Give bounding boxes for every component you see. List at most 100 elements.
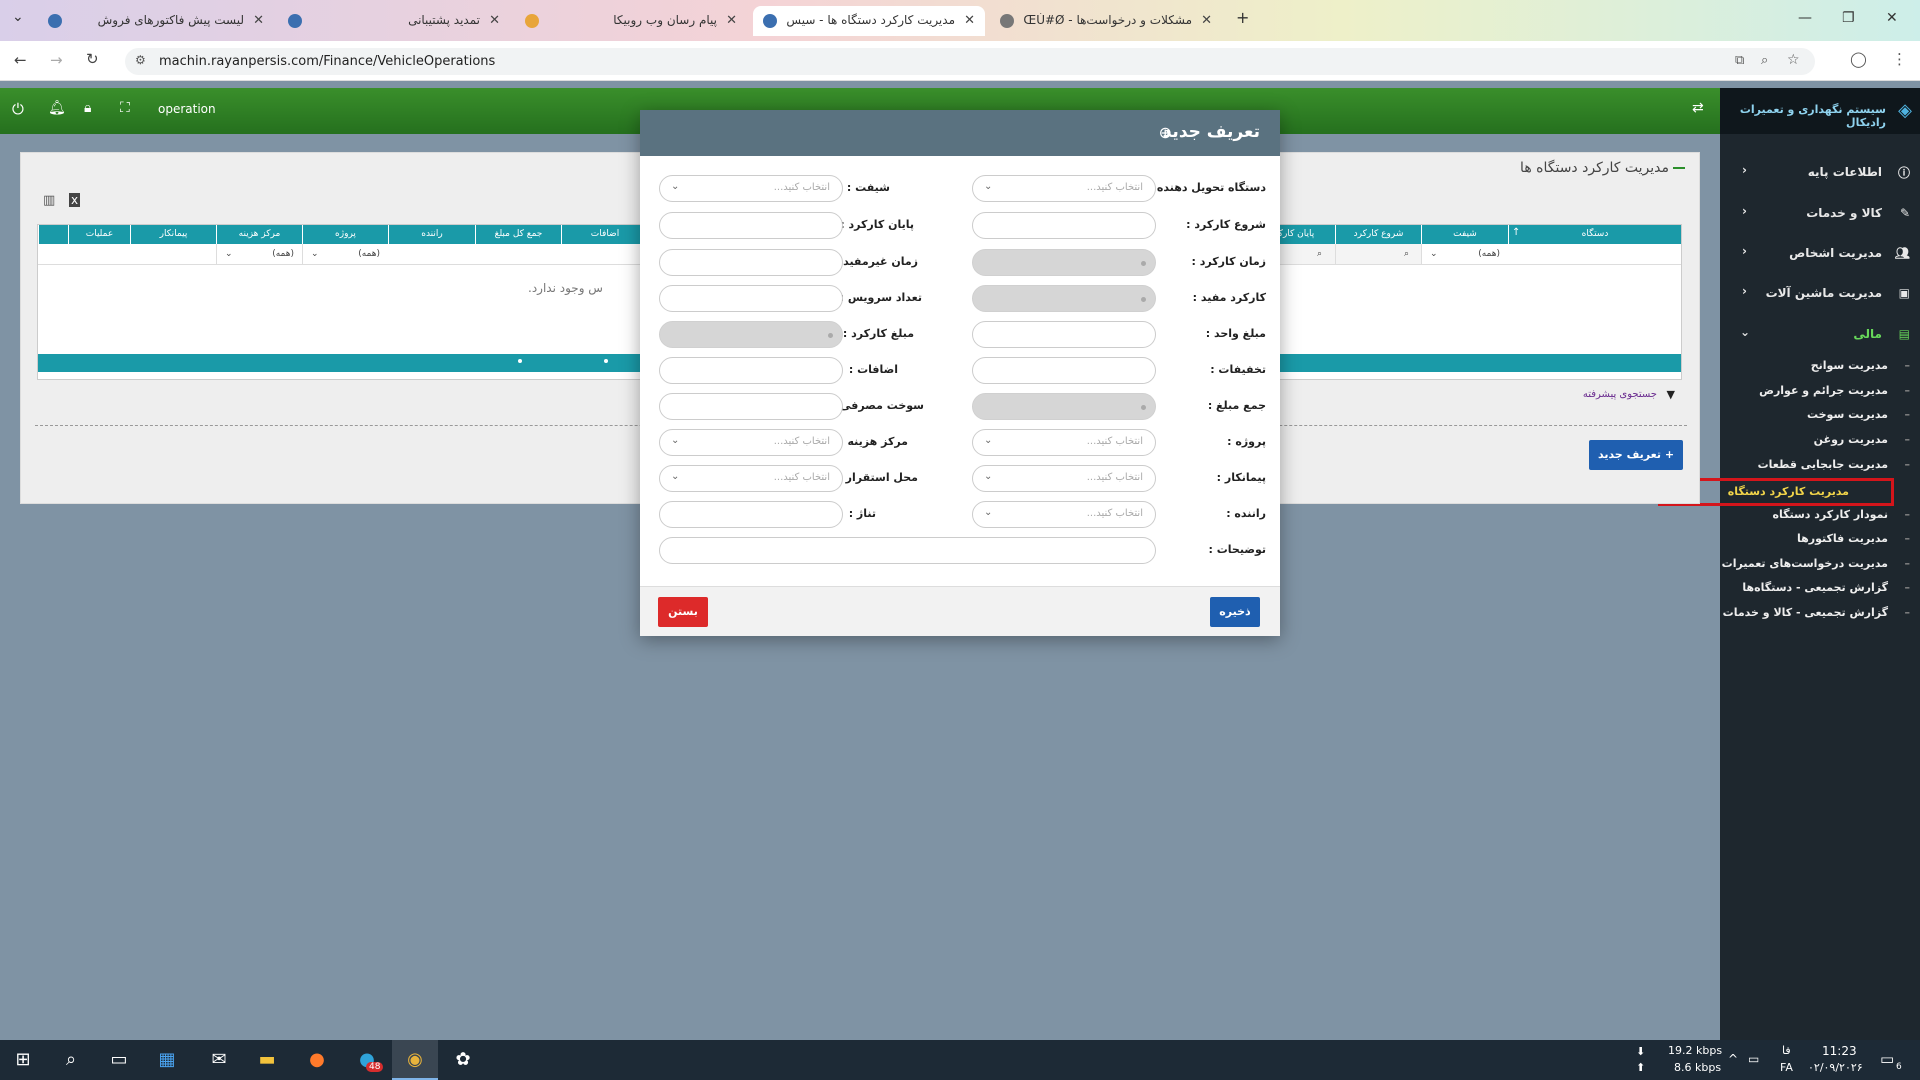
reload-icon[interactable]: ↻: [86, 50, 99, 68]
firefox-icon[interactable]: ●: [304, 1048, 330, 1072]
lock-icon[interactable]: 🔒︎: [84, 100, 91, 116]
shift-select[interactable]: انتخاب کنید... ⌄: [659, 175, 843, 202]
close-icon[interactable]: ✕: [1201, 13, 1212, 28]
close-icon[interactable]: ✕: [253, 13, 264, 28]
browser-menu-icon[interactable]: ⋮: [1892, 50, 1907, 68]
sidebar-item-machinery[interactable]: ▣ مدیریت ماشین آلات ‹: [1720, 279, 1920, 307]
columns-icon[interactable]: ▥: [43, 193, 55, 208]
window-close-icon[interactable]: ✕: [1886, 10, 1898, 26]
col-header[interactable]: مرکز هزینه: [216, 225, 302, 244]
sidebar-item-persons[interactable]: 👥︎ مدیریت اشخاص ‹: [1720, 239, 1920, 267]
back-icon[interactable]: ←: [14, 51, 27, 69]
restore-icon[interactable]: ❐: [1842, 10, 1855, 26]
mail-icon[interactable]: ✉: [206, 1048, 232, 1072]
col-header[interactable]: شروع کارکرد: [1335, 225, 1421, 244]
sidebar-item-finance[interactable]: ▤ مالی ⌄: [1720, 320, 1920, 348]
file-explorer-icon[interactable]: ▬: [254, 1048, 280, 1072]
sidebar-subitem[interactable]: – مدیریت سوانح: [1720, 356, 1920, 378]
sidebar-subitem[interactable]: – نمودار کارکرد دستگاه: [1720, 505, 1920, 527]
browser-tab-3[interactable]: پیام رسان وب روبیکا ✕: [515, 6, 747, 36]
sidebar-item-basic-info[interactable]: ⓘ اطلاعات پایه ‹: [1720, 158, 1920, 186]
store-icon[interactable]: ▦: [154, 1048, 180, 1072]
close-icon[interactable]: ✕: [726, 13, 737, 28]
browser-tab-2[interactable]: تمدید پشتیبانی ✕: [278, 6, 510, 36]
additions-input[interactable]: [659, 357, 843, 384]
close-icon[interactable]: ✕: [964, 13, 975, 28]
filter-project[interactable]: (همه) ⌄: [302, 244, 388, 264]
minimize-icon[interactable]: —: [1798, 10, 1812, 26]
close-button[interactable]: بستن: [658, 597, 708, 627]
col-header[interactable]: راننده: [388, 225, 475, 244]
advanced-search-link[interactable]: جستجوی پیشرفته: [1583, 389, 1657, 400]
location-select[interactable]: انتخاب کنید... ⌄: [659, 465, 843, 492]
bell-icon[interactable]: 🔔︎: [48, 100, 66, 116]
tab-search-icon[interactable]: ⌄: [12, 9, 24, 25]
sidebar-subitem[interactable]: – گزارش تجمیعی - دستگاه‌ها: [1720, 578, 1920, 600]
chevron-up-icon[interactable]: ^: [1728, 1052, 1738, 1066]
unit-price-input[interactable]: [972, 321, 1156, 348]
col-header[interactable]: اضافات: [561, 225, 648, 244]
col-header[interactable]: دستگاه: [1508, 225, 1681, 244]
zoom-icon[interactable]: ⌕: [1761, 53, 1768, 68]
new-tab-icon[interactable]: +: [1236, 8, 1249, 27]
end-input[interactable]: [659, 212, 843, 239]
col-header[interactable]: عملیات: [68, 225, 130, 244]
delivering-device-select[interactable]: انتخاب کنید... ⌄: [972, 175, 1156, 202]
excel-export-icon[interactable]: x: [69, 193, 81, 207]
browser-tab-5[interactable]: مشکلات و درخواست‌ها - ÐŒÙ#Ø ✕: [990, 6, 1222, 36]
url-field[interactable]: ⚙ machin.rayanpersis.com/Finance/Vehicle…: [125, 48, 1815, 75]
cost-center-select[interactable]: انتخاب کنید... ⌄: [659, 429, 843, 456]
power-icon[interactable]: ⏻: [12, 100, 24, 118]
tonnage-input[interactable]: [659, 501, 843, 528]
browser-tab-1[interactable]: لیست پیش فاکتورهای فروش ✕: [38, 6, 274, 36]
fuel-input[interactable]: [659, 393, 843, 420]
col-header[interactable]: پروژه: [302, 225, 388, 244]
col-header[interactable]: پیمانکار: [130, 225, 216, 244]
profile-icon[interactable]: ◯: [1850, 50, 1867, 68]
app-icon[interactable]: ✿: [450, 1048, 476, 1072]
start-input[interactable]: [972, 212, 1156, 239]
swap-icon[interactable]: ⇄: [1692, 100, 1704, 116]
driver-select[interactable]: انتخاب کنید... ⌄: [972, 501, 1156, 528]
forward-icon[interactable]: →: [50, 51, 63, 69]
col-header[interactable]: شیفت: [1421, 225, 1508, 244]
sidebar-subitem[interactable]: – مدیریت فاکتورها: [1720, 529, 1920, 551]
close-icon[interactable]: ✕: [489, 13, 500, 28]
pager-dot[interactable]: [518, 359, 522, 363]
sidebar-subitem[interactable]: – مدیریت جرائم و عوارض: [1720, 381, 1920, 403]
sidebar-item-goods-services[interactable]: ✎ کالا و خدمات ‹: [1720, 199, 1920, 227]
fullscreen-icon[interactable]: ⛶: [120, 100, 130, 116]
clock-date[interactable]: ۰۲/۰۹/۲۰۲۶: [1808, 1061, 1863, 1074]
windows-start-icon[interactable]: ⊞: [10, 1048, 36, 1072]
sidebar-subitem[interactable]: – مدیریت سوخت: [1720, 405, 1920, 427]
bookmark-star-icon[interactable]: ☆: [1787, 52, 1800, 68]
pager-dot[interactable]: [604, 359, 608, 363]
sidebar-subitem[interactable]: – مدیریت روغن: [1720, 430, 1920, 452]
notes-input[interactable]: [659, 537, 1156, 564]
site-info-icon[interactable]: ⚙: [135, 53, 146, 67]
search-icon[interactable]: ⌕: [58, 1048, 84, 1072]
discounts-input[interactable]: [972, 357, 1156, 384]
browser-tab-4-active[interactable]: مدیریت کارکرد دستگاه ها - سیس... ✕: [753, 6, 985, 36]
filter-cost-center[interactable]: (همه) ⌄: [216, 244, 302, 264]
network-icon[interactable]: ▭: [1748, 1052, 1759, 1066]
task-view-icon[interactable]: ▭: [106, 1048, 132, 1072]
lang-indicator[interactable]: فا: [1782, 1044, 1791, 1057]
filter-start[interactable]: ⌕: [1335, 244, 1421, 264]
sidebar-subitem[interactable]: – مدیریت درخواست‌های تعمیرات: [1720, 554, 1920, 576]
sidebar-subitem[interactable]: – گزارش تجمیعی - کالا و خدمات: [1720, 603, 1920, 625]
project-select[interactable]: انتخاب کنید... ⌄: [972, 429, 1156, 456]
new-record-button[interactable]: + تعریف جدید: [1589, 440, 1683, 470]
contractor-select[interactable]: انتخاب کنید... ⌄: [972, 465, 1156, 492]
notification-icon[interactable]: ▭: [1880, 1050, 1894, 1068]
lang-code[interactable]: FA: [1780, 1061, 1793, 1074]
service-count-input[interactable]: [659, 285, 843, 312]
sidebar-subitem[interactable]: – مدیریت جابجایی قطعات: [1720, 455, 1920, 477]
col-header[interactable]: جمع کل مبلغ: [475, 225, 561, 244]
clock-time[interactable]: 11:23: [1822, 1044, 1857, 1058]
translate-icon[interactable]: ⧉: [1735, 53, 1744, 68]
idle-time-input[interactable]: [659, 249, 843, 276]
save-button[interactable]: ذخیره: [1210, 597, 1260, 627]
taskbar-active-app[interactable]: ◉: [392, 1040, 438, 1080]
filter-shift[interactable]: (همه) ⌄: [1421, 244, 1508, 264]
